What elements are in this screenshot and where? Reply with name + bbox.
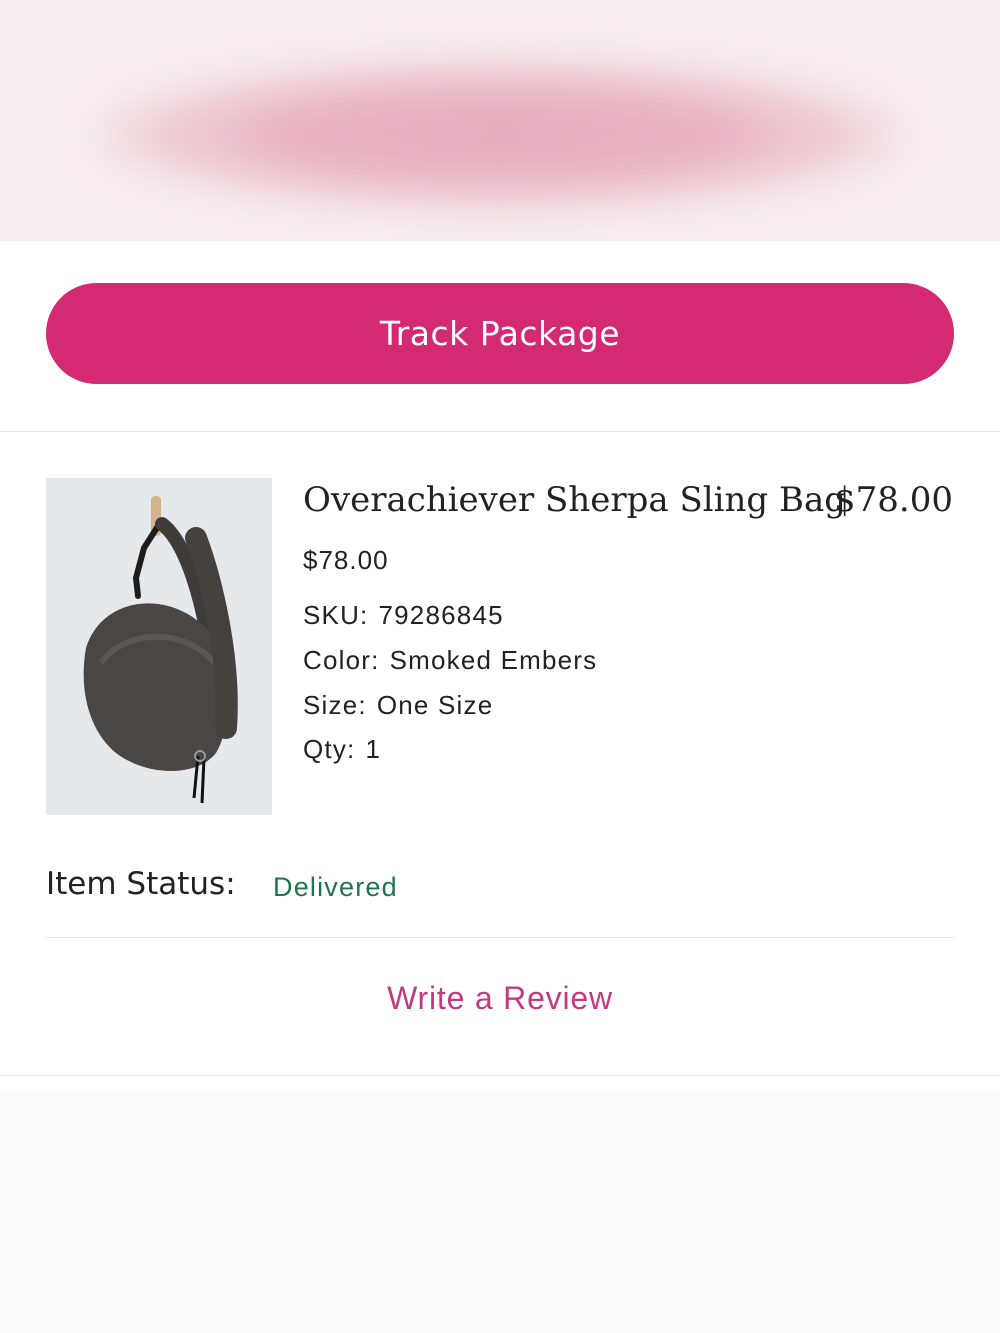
blurred-header-banner bbox=[0, 0, 1000, 241]
track-package-button[interactable]: Track Package bbox=[46, 283, 954, 384]
sku-label: SKU: bbox=[303, 600, 369, 630]
qty-row: Qty: 1 bbox=[303, 734, 381, 765]
section-divider bbox=[0, 431, 1000, 432]
item-status-label: Item Status: bbox=[46, 866, 236, 902]
section-divider-bottom bbox=[0, 1075, 1000, 1076]
sku-row: SKU: 79286845 bbox=[303, 600, 504, 631]
product-unit-price: $78.00 bbox=[303, 545, 389, 575]
size-label: Size: bbox=[303, 690, 367, 720]
sku-value: 79286845 bbox=[378, 600, 504, 630]
color-value: Smoked Embers bbox=[389, 645, 598, 675]
item-status-value: Delivered bbox=[273, 872, 398, 902]
status-divider bbox=[46, 937, 954, 938]
sling-bag-illustration bbox=[46, 478, 272, 815]
color-label: Color: bbox=[303, 645, 380, 675]
size-row: Size: One Size bbox=[303, 690, 493, 721]
size-value: One Size bbox=[376, 690, 494, 720]
product-image[interactable] bbox=[46, 478, 272, 815]
order-details-page: Track Package Overachiever Sherpa Sling … bbox=[0, 0, 1000, 1333]
banner-blur-shape bbox=[100, 60, 900, 210]
product-name[interactable]: Overachiever Sherpa Sling Bag bbox=[303, 480, 846, 520]
product-total-price: $78.00 bbox=[834, 480, 953, 520]
qty-value: 1 bbox=[365, 734, 382, 764]
qty-label: Qty: bbox=[303, 734, 356, 764]
footer-area bbox=[0, 1090, 1000, 1333]
write-review-link[interactable]: Write a Review bbox=[0, 980, 1000, 1017]
color-row: Color: Smoked Embers bbox=[303, 645, 597, 676]
